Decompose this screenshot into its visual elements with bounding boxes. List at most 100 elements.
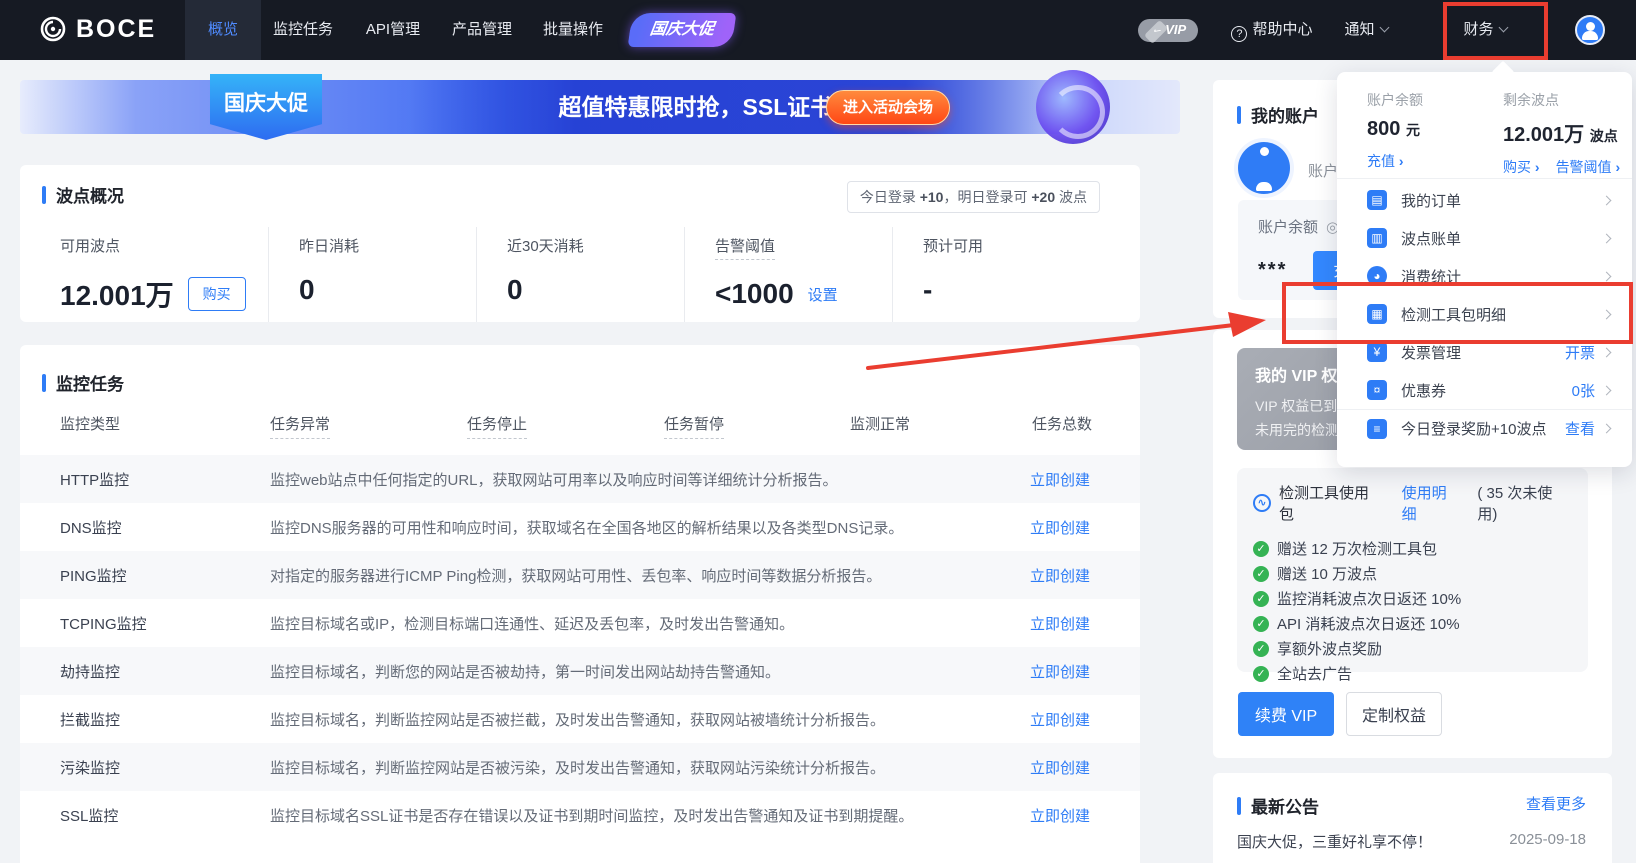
task-type: HTTP监控 [60,471,130,489]
nav-tab-api[interactable]: API管理 [360,0,426,60]
create-now-link[interactable]: 立即创建 [980,661,1140,682]
task-type: PING监控 [60,567,127,585]
col-task-total: 任务总数 [1032,416,1093,433]
tasks-table-header: 监控类型 任务异常 任务停止 任务暂停 监测正常 任务总数 [20,413,1140,439]
create-now-link[interactable]: 立即创建 [980,469,1140,490]
account-title: 我的账户 [1251,107,1319,126]
person-icon [1577,17,1603,43]
title-accent-bar [42,185,46,204]
banner-cta-button[interactable]: 进入活动会场 [826,90,950,125]
create-now-link[interactable]: 立即创建 [980,517,1140,538]
overview-title: 波点概况 [56,187,124,206]
create-now-link[interactable]: 立即创建 [980,805,1140,826]
table-row: HTTP监控 监控web站点中任何指定的URL，获取网站可用率以及响应时间等详细… [20,455,1140,503]
points-value: 12.001万 [1503,124,1585,146]
promo-banner[interactable]: 超值特惠限时抢，SSL证书 3折起！ 国庆大促 进入活动会场 [20,70,1180,144]
check-icon: ✓ [1253,540,1269,557]
check-icon: ✓ [1253,665,1269,682]
table-row: PING监控 对指定的服务器进行ICMP Ping检测，获取网站可用性、丢包率、… [20,551,1140,599]
stat-value: 0 [299,274,315,305]
create-now-link[interactable]: 立即创建 [980,613,1140,634]
buy-points-link[interactable]: 购买 › [1503,157,1540,177]
finance-dropdown-panel: 账户余额 800 元 充值 › 剩余波点 12.001万 波点 购买 › 告警阈… [1337,72,1632,467]
boce-logo[interactable]: BOCE [38,14,156,44]
menu-item-icon [1367,190,1387,210]
badge-text: 今日登录 [859,189,920,205]
stat-yesterday-usage: 昨日消耗 0 [268,227,476,322]
menu-item[interactable]: 发票管理 开票 [1337,333,1632,371]
menu-item[interactable]: 消费统计 [1337,257,1632,295]
nav-promo-badge[interactable]: 国庆大促 [627,13,737,47]
task-description: 监控web站点中任何指定的URL，获取网站可用率以及响应时间等详细统计分析报告。 [270,471,838,489]
nav-tab-overview[interactable]: 概览 [185,0,261,60]
account-avatar[interactable] [1238,142,1290,194]
benefit-text: 享额外波点奖励 [1277,641,1383,658]
stat-available-points: 可用波点 12.001万 购买 [60,227,268,322]
balance-value: 800 [1367,118,1401,140]
menu-item[interactable]: 波点账单 [1337,219,1632,257]
menu-item-label: 发票管理 [1401,344,1462,362]
nav-help-center[interactable]: ? 帮助中心 [1222,0,1322,60]
list-item: ✓ API 消耗波点次日返还 10% [1253,611,1572,636]
toolkit-header: ∿ 检测工具使用包 使用明细 ( 35 次未使用) [1253,482,1572,524]
usage-detail-link[interactable]: 使用明细 [1402,482,1462,524]
badge-text: ，明日登录可 [943,189,1032,205]
custom-benefits-button[interactable]: 定制权益 [1346,692,1442,736]
menu-item[interactable]: 今日登录奖励+10波点 查看 [1337,409,1632,447]
stat-30day-usage: 近30天消耗 0 [476,227,684,322]
table-row: 拦截监控 监控目标域名，判断监控网站是否被拦截，及时发出告警通知，获取网站被墙统… [20,695,1140,743]
alert-threshold-link[interactable]: 告警阈值 › [1556,157,1621,177]
vip-badge-label: VIP [1165,22,1187,37]
headline-pre: 超值特惠限时抢，SSL证书 [558,94,840,120]
chevron-down-icon [1498,22,1508,33]
nav-tab-products[interactable]: 产品管理 [449,0,515,60]
menu-item[interactable]: 我的订单 [1337,181,1632,219]
nav-tab-batch[interactable]: 批量操作 [540,0,606,60]
banner-headline: 超值特惠限时抢，SSL证书 3折起！ [440,80,1040,134]
create-now-link[interactable]: 立即创建 [980,565,1140,586]
points-overview-card: 波点概况 今日登录 +10，明日登录可 +20 波点 可用波点 12.001万购… [20,165,1140,322]
list-item: ✓ 享额外波点奖励 [1253,636,1572,661]
benefit-text: 赠送 12 万次检测工具包 [1277,541,1438,558]
check-icon: ✓ [1253,590,1269,607]
points-label: 剩余波点 [1503,92,1559,108]
stat-label: 昨日消耗 [299,238,360,255]
account-title-row: 我的账户 [1237,102,1319,127]
nav-finance[interactable]: 财务 [1455,0,1515,60]
create-now-link[interactable]: 立即创建 [980,709,1140,730]
col-task-paused: 任务暂停 [664,413,850,439]
title-accent-bar [1237,796,1241,815]
tasks-title-row: 监控任务 [42,370,124,395]
create-now-link[interactable]: 立即创建 [980,757,1140,778]
tasks-title: 监控任务 [56,375,124,394]
menu-item-icon [1367,418,1387,439]
benefit-list: ✓ 赠送 12 万次检测工具包 ✓ 赠送 10 万波点 ✓ 监控消耗波点次日返还… [1253,536,1572,686]
news-title-row: 最新公告 [1237,793,1319,818]
menu-item-label: 我的订单 [1401,192,1462,210]
title-accent-bar [42,373,46,392]
renew-vip-button[interactable]: 续费 VIP [1238,692,1334,736]
nav-tab-monitor-tasks[interactable]: 监控任务 [268,0,338,60]
toolkit-pulse-icon: ∿ [1253,494,1271,512]
menu-item[interactable]: 检测工具包明细 [1337,295,1632,333]
nav-notice[interactable]: 通知 [1336,0,1396,60]
finance-label: 财务 [1463,21,1494,38]
view-more-link[interactable]: 查看更多 [1526,793,1586,814]
menu-item-action: 开票 [1564,344,1595,362]
recharge-link[interactable]: 充值 › [1367,151,1404,171]
user-avatar[interactable] [1575,15,1605,45]
vip-badge[interactable]: VIP [1138,19,1198,42]
task-type: 劫持监控 [60,663,121,681]
stat-label: 预计可用 [923,238,984,255]
buy-points-button[interactable]: 购买 [187,277,246,311]
menu-item-label: 优惠券 [1401,382,1447,400]
unused-count-note: ( 35 次未使用) [1477,485,1553,523]
menu-item[interactable]: 优惠券 0张 [1337,371,1632,409]
help-label: 帮助中心 [1252,21,1313,38]
list-item[interactable]: 国庆大促，三重好礼享不停！ 2025-09-18 [1237,831,1586,852]
threshold-set-link[interactable]: 设置 [808,284,838,305]
col-task-abnormal: 任务异常 [270,413,467,439]
table-row: 污染监控 监控目标域名，判断监控网站是否被污染，及时发出告警通知，获取网站污染统… [20,743,1140,791]
banner-ribbon-badge: 国庆大促 [210,74,322,140]
login-reward-badge: 今日登录 +10，明日登录可 +20 波点 [846,181,1100,213]
